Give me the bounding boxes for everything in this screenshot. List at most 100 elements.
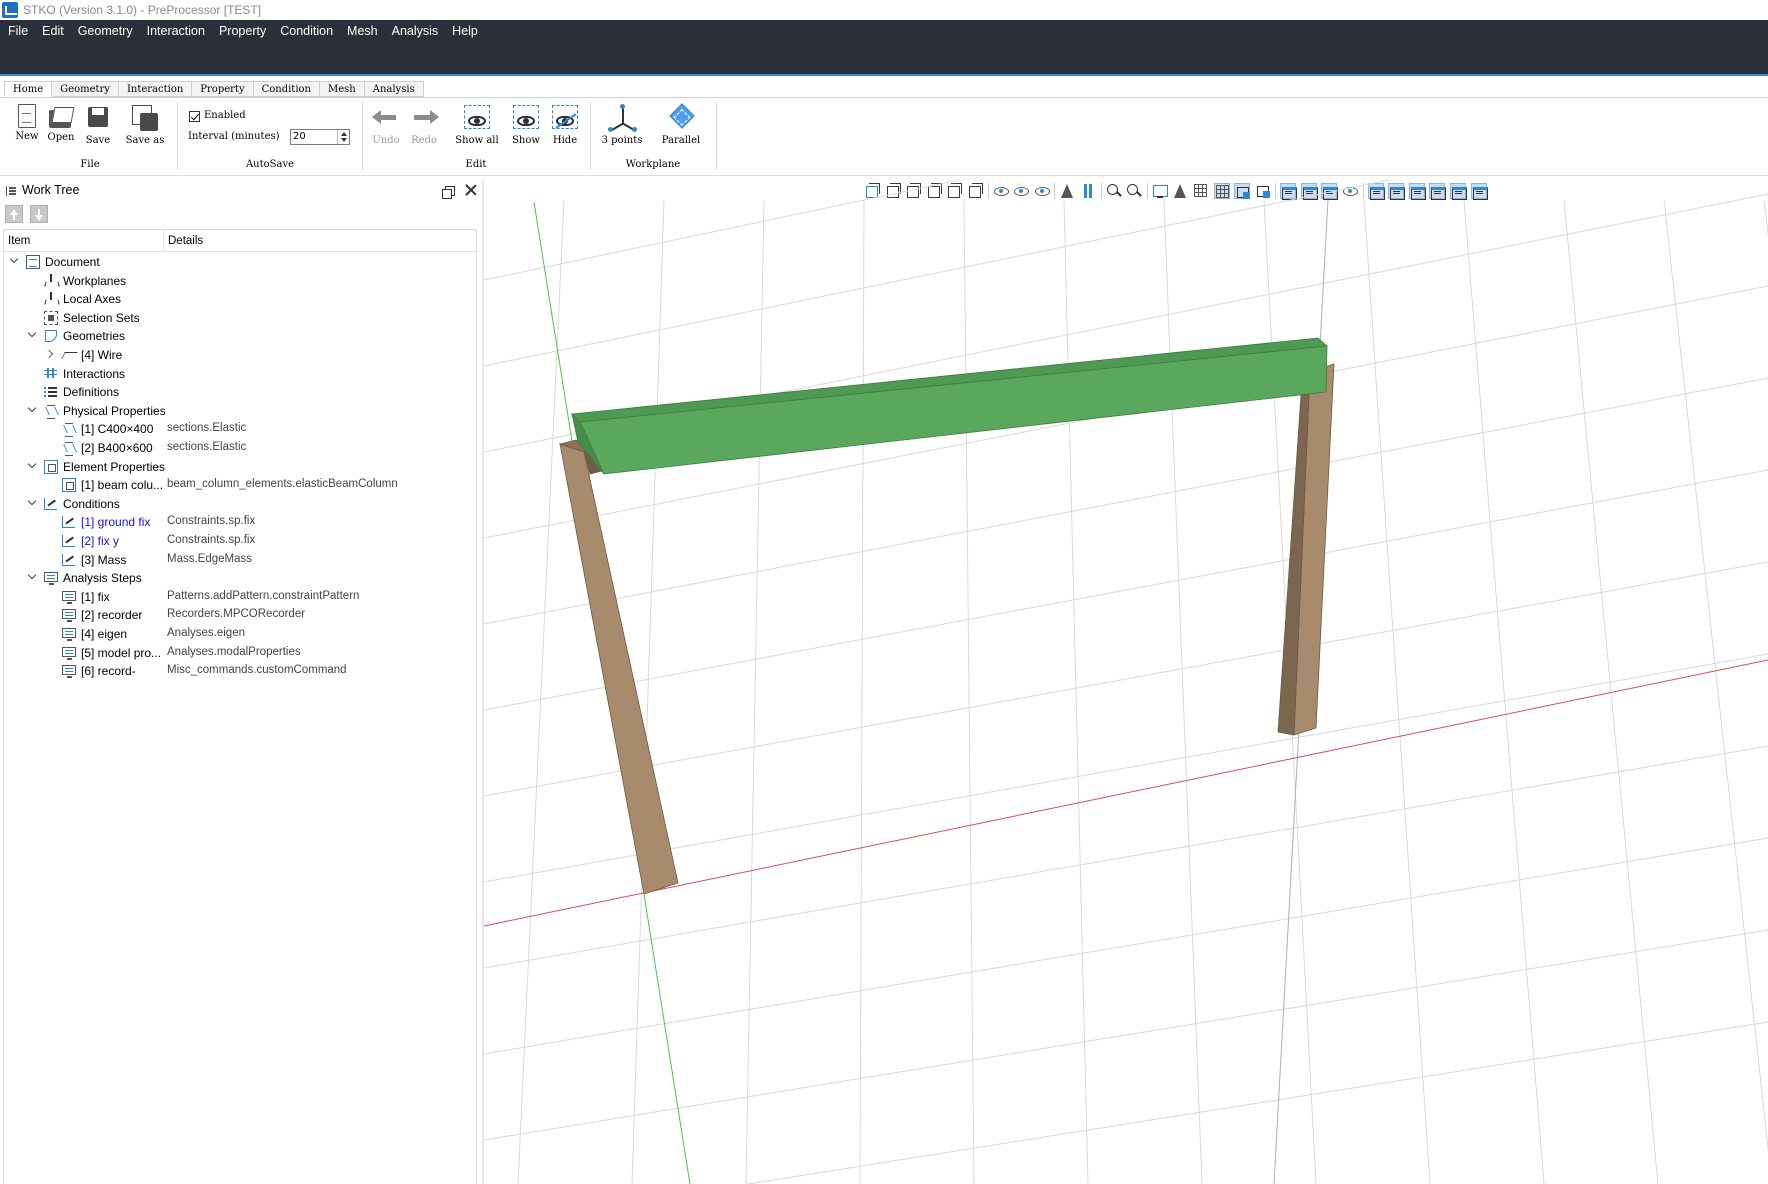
interaction-icon bbox=[44, 367, 58, 381]
tree-row[interactable]: [2] fix y Constraints.sp.fix bbox=[4, 532, 476, 550]
model-scene[interactable] bbox=[484, 180, 1768, 1184]
tab-home[interactable]: Home bbox=[4, 81, 53, 97]
new-button[interactable]: New bbox=[8, 104, 46, 142]
physical-property-icon bbox=[62, 422, 76, 438]
redo-arrow-icon bbox=[410, 104, 439, 132]
grid-line bbox=[484, 745, 1768, 969]
tree-item-name: [4] eigen bbox=[81, 627, 128, 641]
chevron-down-icon[interactable] bbox=[28, 330, 38, 340]
work-tree-header: Work Tree bbox=[0, 180, 482, 202]
autosave-interval-spinbox[interactable]: 20 bbox=[290, 129, 350, 145]
menu-file[interactable]: File bbox=[0, 20, 35, 42]
save-as-button-label: Save as bbox=[125, 135, 165, 146]
menu-condition[interactable]: Condition bbox=[273, 20, 340, 42]
tree-row[interactable]: Physical Properties bbox=[4, 402, 476, 420]
spinbox-arrows-icon[interactable] bbox=[337, 130, 349, 144]
work-tree-panel: Work Tree Item Details Document Workplane… bbox=[0, 180, 482, 1184]
tree-row[interactable]: Workplanes bbox=[4, 272, 476, 290]
menu-geometry[interactable]: Geometry bbox=[71, 20, 140, 42]
menu-analysis[interactable]: Analysis bbox=[385, 20, 446, 42]
three-points-button[interactable]: 3 points bbox=[600, 104, 644, 146]
chevron-down-icon[interactable] bbox=[10, 256, 20, 266]
show-button[interactable]: Show bbox=[507, 104, 545, 146]
menu-help[interactable]: Help bbox=[445, 20, 485, 42]
open-button[interactable]: Open bbox=[42, 104, 80, 143]
grid-line bbox=[631, 199, 665, 1184]
tree-row[interactable]: Local Axes bbox=[4, 290, 476, 308]
tree-row[interactable]: Conditions bbox=[4, 495, 476, 513]
tree-row[interactable]: [6] record- Misc_commands.customCommand bbox=[4, 662, 476, 680]
tree-row[interactable]: Analysis Steps bbox=[4, 569, 476, 587]
tree-row[interactable]: [3] Mass Mass.EdgeMass bbox=[4, 551, 476, 569]
float-panel-icon[interactable] bbox=[442, 186, 455, 199]
geometry-icon bbox=[44, 329, 58, 343]
menu-edit[interactable]: Edit bbox=[35, 20, 71, 42]
ground-grid bbox=[484, 180, 1768, 1184]
condition-icon bbox=[62, 553, 76, 567]
show-all-button[interactable]: Show all bbox=[454, 104, 500, 146]
chevron-down-icon[interactable] bbox=[28, 461, 38, 471]
parallel-button[interactable]: Parallel bbox=[658, 103, 704, 146]
move-down-button[interactable] bbox=[30, 205, 48, 223]
tree-row[interactable]: [2] B400×600 sections.Elastic bbox=[4, 439, 476, 457]
3d-viewport[interactable] bbox=[484, 180, 1768, 1184]
tree-row[interactable]: Definitions bbox=[4, 383, 476, 401]
physical-property-icon bbox=[44, 404, 58, 419]
grid-line bbox=[1363, 199, 1431, 1184]
left-column[interactable] bbox=[558, 439, 679, 895]
save-as-button[interactable]: Save as bbox=[124, 104, 166, 146]
menu-interaction[interactable]: Interaction bbox=[140, 20, 212, 42]
hide-eye-icon bbox=[550, 104, 580, 132]
tab-property[interactable]: Property bbox=[192, 81, 254, 97]
close-icon[interactable] bbox=[464, 183, 478, 197]
right-column[interactable] bbox=[1277, 363, 1335, 736]
chevron-down-icon[interactable] bbox=[28, 572, 38, 582]
tree-row[interactable]: [1] C400×400 sections.Elastic bbox=[4, 420, 476, 438]
menu-property[interactable]: Property bbox=[212, 20, 273, 42]
tab-geometry[interactable]: Geometry bbox=[52, 81, 119, 97]
save-button[interactable]: Save bbox=[79, 104, 117, 146]
tab-analysis[interactable]: Analysis bbox=[364, 81, 424, 97]
three-points-icon bbox=[608, 104, 637, 132]
chevron-right-icon[interactable] bbox=[46, 349, 56, 359]
undo-button[interactable]: Undo bbox=[367, 104, 405, 146]
tree-item-name: Analysis Steps bbox=[63, 571, 142, 586]
menu-mesh[interactable]: Mesh bbox=[340, 20, 385, 42]
tree-item-name: [3] Mass bbox=[81, 552, 127, 567]
tree-row[interactable]: Selection Sets bbox=[4, 309, 476, 327]
undo-button-label: Undo bbox=[372, 135, 400, 146]
tree-row[interactable]: Geometries bbox=[4, 327, 476, 345]
save-disk-icon bbox=[84, 104, 112, 132]
chevron-down-icon[interactable] bbox=[28, 498, 38, 508]
autosave-enabled-checkbox[interactable] bbox=[189, 111, 200, 122]
chevron-down-icon[interactable] bbox=[28, 405, 38, 415]
tree-row[interactable]: [4] eigen Analyses.eigen bbox=[4, 625, 476, 643]
tab-mesh[interactable]: Mesh bbox=[319, 81, 365, 97]
hide-button[interactable]: Hide bbox=[546, 104, 584, 146]
column-divider[interactable] bbox=[163, 230, 164, 252]
analysis-step-icon bbox=[62, 590, 76, 604]
tree-row[interactable]: [1] ground fix Constraints.sp.fix bbox=[4, 513, 476, 531]
tree-row[interactable]: [4] Wire bbox=[4, 346, 476, 364]
tree-row[interactable]: [2] recorder Recorders.MPCORecorder bbox=[4, 606, 476, 624]
tab-interaction[interactable]: Interaction bbox=[118, 81, 193, 97]
grid-line bbox=[1063, 199, 1089, 1184]
tree-row[interactable]: [1] beam colu... beam_column_elements.ela… bbox=[4, 476, 476, 494]
document-icon bbox=[26, 255, 40, 269]
show-button-label: Show bbox=[512, 135, 540, 146]
tree-row[interactable]: Interactions bbox=[4, 365, 476, 383]
save-button-label: Save bbox=[85, 135, 111, 146]
tree-row[interactable]: Document bbox=[4, 253, 476, 271]
column-header-item[interactable]: Item bbox=[8, 235, 30, 247]
tree-row[interactable]: [1] fix Patterns.addPattern.constraintPat… bbox=[4, 588, 476, 606]
edit-group-title: Edit bbox=[465, 159, 487, 170]
tab-condition[interactable]: Condition bbox=[253, 81, 320, 97]
open-button-label: Open bbox=[47, 132, 75, 143]
column-header-details[interactable]: Details bbox=[168, 235, 203, 247]
tree-row[interactable]: [5] model pro... Analyses.modalProperties bbox=[4, 644, 476, 662]
tree-item-detail: sections.Elastic bbox=[167, 422, 247, 435]
redo-button[interactable]: Redo bbox=[405, 104, 443, 146]
tree-row[interactable]: Element Properties bbox=[4, 458, 476, 476]
new-button-label: New bbox=[15, 131, 39, 142]
move-up-button[interactable] bbox=[5, 205, 23, 223]
